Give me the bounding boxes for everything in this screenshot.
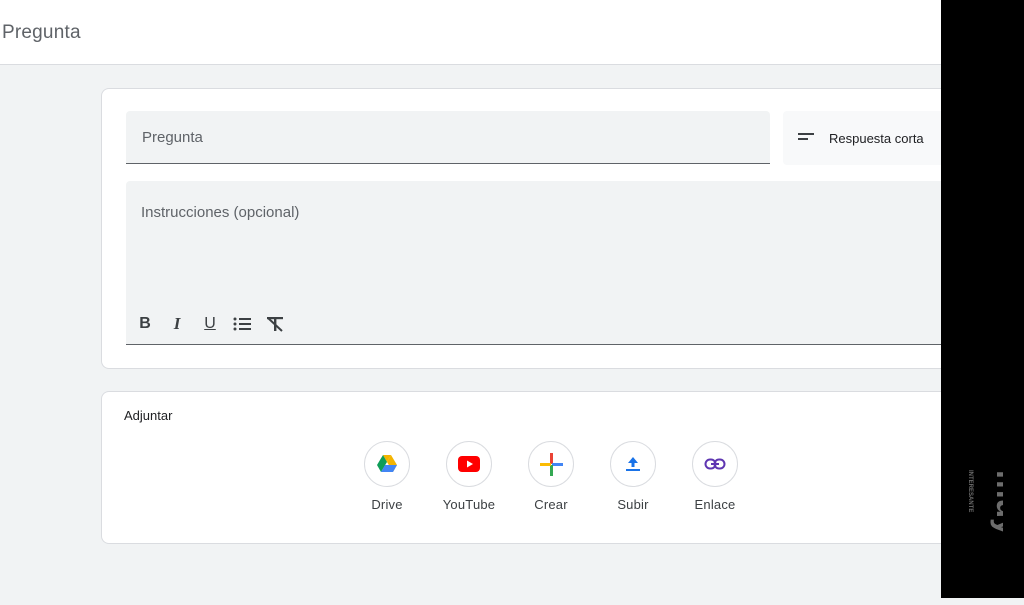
attach-upload-label: Subir <box>617 497 649 512</box>
page-title: Pregunta <box>2 22 81 43</box>
question-input[interactable] <box>126 111 770 163</box>
attach-create-circle <box>528 441 574 487</box>
attach-link-button[interactable]: Enlace <box>676 441 756 521</box>
italic-button[interactable]: I <box>166 313 188 335</box>
italic-icon: I <box>173 314 181 333</box>
svg-text:INTERESANTE: INTERESANTE <box>967 470 973 512</box>
svg-text:muy: muy <box>990 470 1003 536</box>
clear-formatting-button[interactable] <box>264 313 286 335</box>
attach-create-label: Crear <box>534 497 568 512</box>
google-drive-icon <box>377 455 397 472</box>
attach-link-circle <box>692 441 738 487</box>
bold-icon: B <box>139 315 151 332</box>
attach-drive-button[interactable]: Drive <box>348 441 428 521</box>
attach-upload-circle <box>610 441 656 487</box>
bulleted-list-button[interactable] <box>231 313 253 335</box>
attach-drive-label: Drive <box>371 497 403 512</box>
create-plus-icon <box>540 453 563 476</box>
clear-formatting-icon <box>267 317 283 332</box>
attach-link-label: Enlace <box>694 497 736 512</box>
underline-button[interactable]: U <box>199 313 221 335</box>
muy-interesante-logo: muy INTERESANTE <box>967 470 1003 536</box>
attach-upload-button[interactable]: Subir <box>594 441 674 521</box>
upload-icon <box>626 457 640 471</box>
top-bar: Pregunta <box>0 0 941 65</box>
short-text-icon <box>798 133 814 140</box>
question-type-dropdown[interactable]: Respuesta corta <box>783 111 942 165</box>
attach-youtube-button[interactable]: YouTube <box>430 441 510 521</box>
bold-button[interactable]: B <box>134 313 156 335</box>
bulleted-list-icon <box>233 317 251 331</box>
question-card: Respuesta corta Instrucciones (opcional)… <box>101 88 942 369</box>
instructions-placeholder: Instrucciones (opcional) <box>141 204 300 221</box>
question-field[interactable] <box>126 111 770 164</box>
right-black-bar: muy INTERESANTE <box>941 0 1024 598</box>
youtube-icon <box>458 456 480 472</box>
link-icon <box>704 458 726 470</box>
underline-icon: U <box>204 315 216 332</box>
instructions-field[interactable]: Instrucciones (opcional) B I U <box>126 181 942 345</box>
attach-card: Adjuntar Drive YouTube Crear Subir Enlac… <box>101 391 942 544</box>
attach-create-button[interactable]: Crear <box>512 441 592 521</box>
question-type-label: Respuesta corta <box>829 131 924 146</box>
attach-youtube-circle <box>446 441 492 487</box>
attach-drive-circle <box>364 441 410 487</box>
attach-youtube-label: YouTube <box>442 497 496 512</box>
attach-title: Adjuntar <box>124 408 173 423</box>
